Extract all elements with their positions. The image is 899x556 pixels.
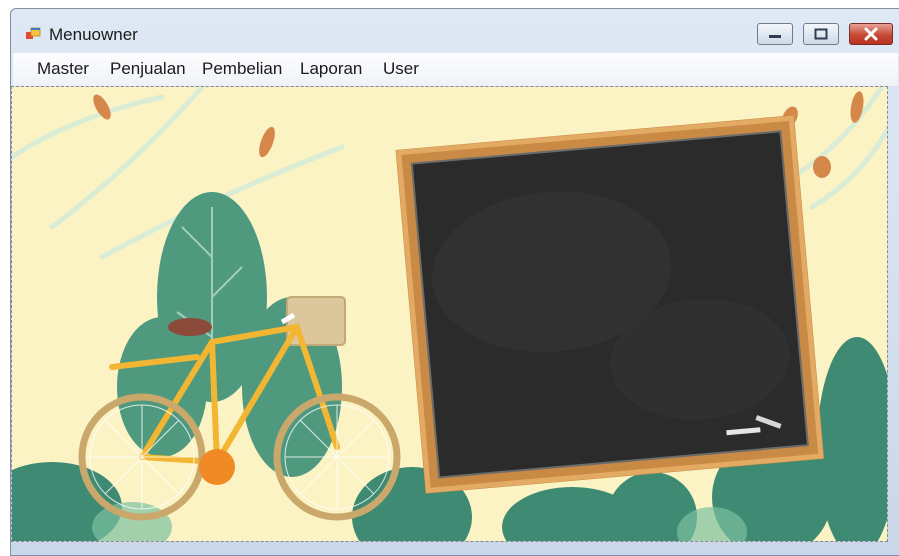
close-button[interactable] <box>849 23 893 45</box>
menu-master[interactable]: Master <box>35 59 91 79</box>
menu-user[interactable]: User <box>381 59 421 79</box>
close-icon <box>864 27 878 41</box>
menu-pembelian[interactable]: Pembelian <box>200 59 284 79</box>
background-image-panel <box>11 86 888 542</box>
minimize-button[interactable] <box>757 23 793 45</box>
window-title: Menuowner <box>49 25 138 44</box>
menu-bar: Master Penjualan Pembelian Laporan User <box>13 53 898 87</box>
title-bar[interactable]: Menuowner <box>11 9 899 53</box>
menu-penjualan[interactable]: Penjualan <box>108 59 188 79</box>
minimize-icon <box>769 35 781 38</box>
maximize-icon <box>814 28 828 40</box>
maximize-button[interactable] <box>803 23 839 45</box>
menu-laporan[interactable]: Laporan <box>298 59 364 79</box>
chalkboard-bicycle-illustration <box>12 87 887 541</box>
windows-form-icon <box>26 27 41 39</box>
